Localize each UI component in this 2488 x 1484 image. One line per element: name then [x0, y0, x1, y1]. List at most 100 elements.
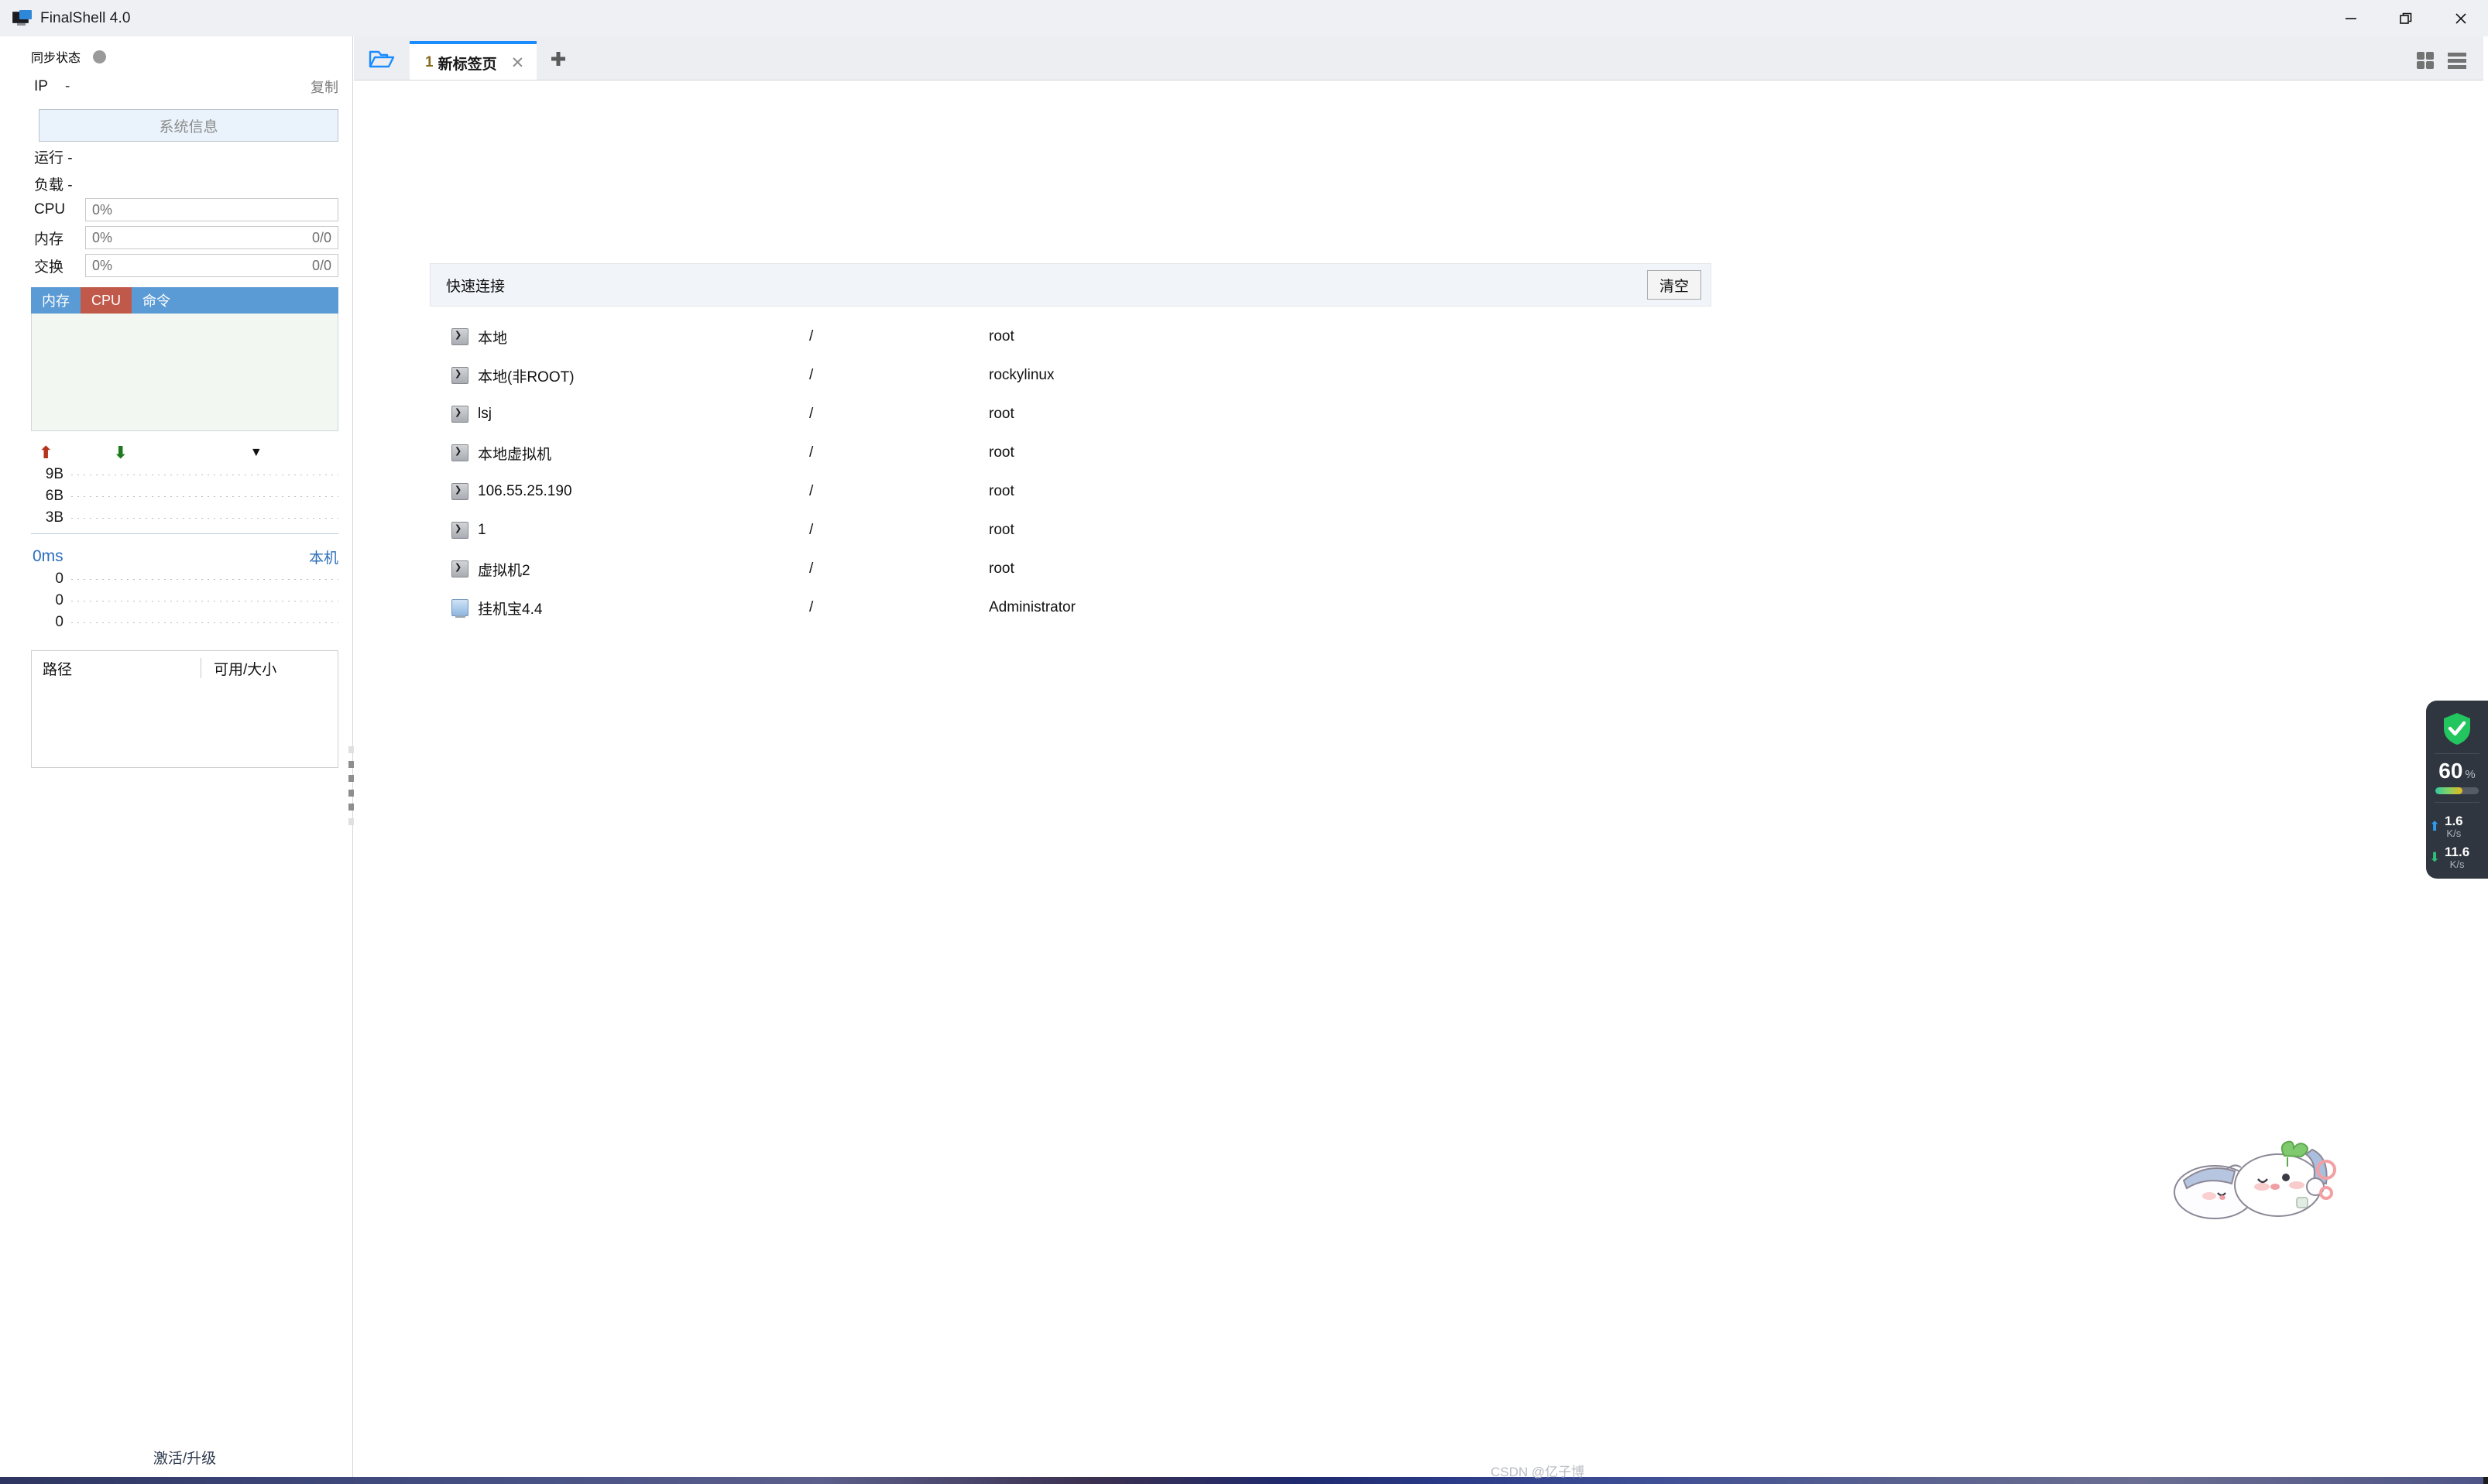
download-speed-unit: K/s [2449, 858, 2465, 870]
network-graph-baseline [31, 533, 338, 534]
connection-user: Administrator [989, 599, 1076, 615]
connection-path: / [809, 444, 814, 461]
copy-ip-button[interactable]: 复制 [311, 77, 338, 97]
upload-speed-unit: K/s [2446, 828, 2462, 840]
connection-name: 挂机宝4.4 [478, 601, 543, 618]
disk-usage-table[interactable]: 路径 可用/大小 [31, 650, 338, 768]
menu-icon[interactable] [2446, 50, 2468, 74]
window-titlebar: FinalShell 4.0 [0, 0, 2488, 36]
tab-bar: 1 新标签页 ✕ [354, 36, 2483, 81]
ping-graph: 0 0 0 [31, 568, 338, 633]
ping-graph-gridline: 0 [31, 612, 338, 633]
main-content-area: 1 新标签页 ✕ [354, 36, 2483, 1477]
network-y-label-3: 3B [45, 509, 63, 526]
connection-name: 虚拟机2 [478, 562, 530, 579]
widget-usage-value: 60 [2438, 759, 2463, 783]
chevron-down-icon[interactable]: ▼ [250, 447, 263, 459]
system-monitor-float-widget[interactable]: 60 % ⬆ 1.6 K/s ⬇ 11.6 K/s [2426, 701, 2488, 879]
uptime-label: 运行 [34, 150, 64, 166]
disk-column-path: 路径 [43, 661, 73, 678]
clear-button[interactable]: 清空 [1647, 270, 1701, 300]
cpu-meter-percent: 0% [92, 201, 113, 218]
connection-path: / [809, 483, 814, 499]
open-folder-icon[interactable] [354, 36, 410, 81]
terminal-icon [451, 406, 468, 423]
terminal-icon [451, 522, 468, 539]
list-item[interactable]: 本地(非ROOT) / rockylinux [430, 356, 1711, 395]
ip-label: IP [34, 78, 48, 94]
swap-meter-bar: 0% 0/0 [85, 254, 338, 277]
swap-meter-label: 交换 [34, 259, 64, 276]
tab-process-command[interactable]: 命令 [132, 287, 181, 314]
ping-y-label-1: 0 [55, 571, 63, 587]
titlebar-left: FinalShell 4.0 [0, 9, 131, 27]
arrow-down-icon: ⬇ [2429, 849, 2441, 865]
widget-upload-speed: ⬆ 1.6 K/s [2429, 814, 2485, 840]
connection-path: / [809, 599, 814, 615]
close-icon[interactable]: ✕ [508, 53, 528, 73]
shield-check-icon [2442, 711, 2473, 745]
swap-meter-detail: 0/0 [311, 257, 331, 273]
uptime-value: - [67, 150, 73, 166]
list-item[interactable]: 虚拟机2 / root [430, 550, 1711, 588]
windows-icon [451, 599, 468, 618]
grid-view-icon[interactable] [2415, 50, 2435, 74]
sync-status-row: 同步状态 [17, 36, 352, 74]
list-item[interactable]: 1 / root [430, 511, 1711, 550]
terminal-icon [451, 367, 468, 384]
connection-name: 本地虚拟机 [478, 446, 552, 463]
memory-meter-bar: 0% 0/0 [85, 226, 338, 249]
widget-usage-bar-fill [2435, 787, 2462, 794]
connection-name: 本地(非ROOT) [478, 368, 575, 386]
app-logo-icon [12, 9, 33, 27]
quick-connect-list: 本地 / root 本地(非ROOT) / rockylinux lsj / r… [430, 307, 1711, 627]
widget-download-speed: ⬇ 11.6 K/s [2429, 845, 2485, 871]
ping-graph-gridline: 0 [31, 590, 338, 612]
finalshell-window: FinalShell 4.0 同步状态 IP - 复制 系统信息 运行 - 负载… [0, 0, 2488, 1479]
window-controls [2323, 0, 2488, 36]
tab-label: 新标签页 [438, 56, 497, 73]
left-sidebar: 同步状态 IP - 复制 系统信息 运行 - 负载 - CPU 0% 内存 0%… [17, 36, 353, 1477]
list-item[interactable]: lsj / root [430, 395, 1711, 434]
tab-new-page[interactable]: 1 新标签页 ✕ [410, 41, 537, 81]
minimize-button[interactable] [2323, 0, 2378, 36]
connection-name: 本地 [478, 330, 508, 347]
activate-upgrade-link[interactable]: 激活/升级 [17, 1447, 352, 1468]
desktop-pet-mascot[interactable] [2160, 1126, 2350, 1227]
network-graph-header: ⬆ ⬇ ▼ [31, 442, 338, 464]
close-button[interactable] [2433, 0, 2488, 36]
system-info-button[interactable]: 系统信息 [39, 109, 338, 142]
tabbar-right-tools [2415, 50, 2483, 81]
restore-button[interactable] [2378, 0, 2433, 36]
connection-path: / [809, 522, 814, 538]
list-item[interactable]: 挂机宝4.4 / Administrator [430, 588, 1711, 627]
tab-process-memory[interactable]: 内存 [31, 287, 81, 314]
list-item[interactable]: 106.55.25.190 / root [430, 472, 1711, 511]
network-graph-gridline: 9B [31, 464, 338, 485]
plus-icon[interactable] [537, 36, 580, 81]
tabbar-underline [354, 80, 2483, 81]
cpu-meter-bar: 0% [85, 198, 338, 221]
widget-divider [2435, 753, 2479, 754]
sync-status-label: 同步状态 [31, 52, 81, 65]
process-list[interactable] [31, 314, 338, 431]
connection-path: / [809, 406, 814, 422]
connection-user: root [989, 522, 1014, 538]
connection-user: root [989, 560, 1014, 577]
csdn-watermark: CSDN @亿子博 [1491, 1465, 1585, 1479]
cpu-meter-row: CPU 0% [17, 196, 352, 224]
upload-speed-value: 1.6 [2445, 814, 2463, 828]
connection-user: root [989, 483, 1014, 499]
ping-header: 0ms 本机 [31, 545, 338, 568]
tab-process-cpu[interactable]: CPU [81, 287, 132, 314]
memory-meter-percent: 0% [92, 229, 113, 245]
list-item[interactable]: 本地虚拟机 / root [430, 434, 1711, 472]
ping-host-link[interactable]: 本机 [309, 547, 338, 567]
terminal-icon [451, 560, 468, 577]
load-row: 负载 - [17, 169, 352, 196]
quick-connect-panel: 快速连接 清空 本地 / root 本地(非ROOT) / rockylinux… [430, 263, 1711, 627]
list-item[interactable]: 本地 / root [430, 317, 1711, 356]
connection-user: rockylinux [989, 367, 1055, 383]
arrow-up-icon: ⬆ [2429, 819, 2441, 835]
ip-row: IP - 复制 [17, 74, 352, 101]
